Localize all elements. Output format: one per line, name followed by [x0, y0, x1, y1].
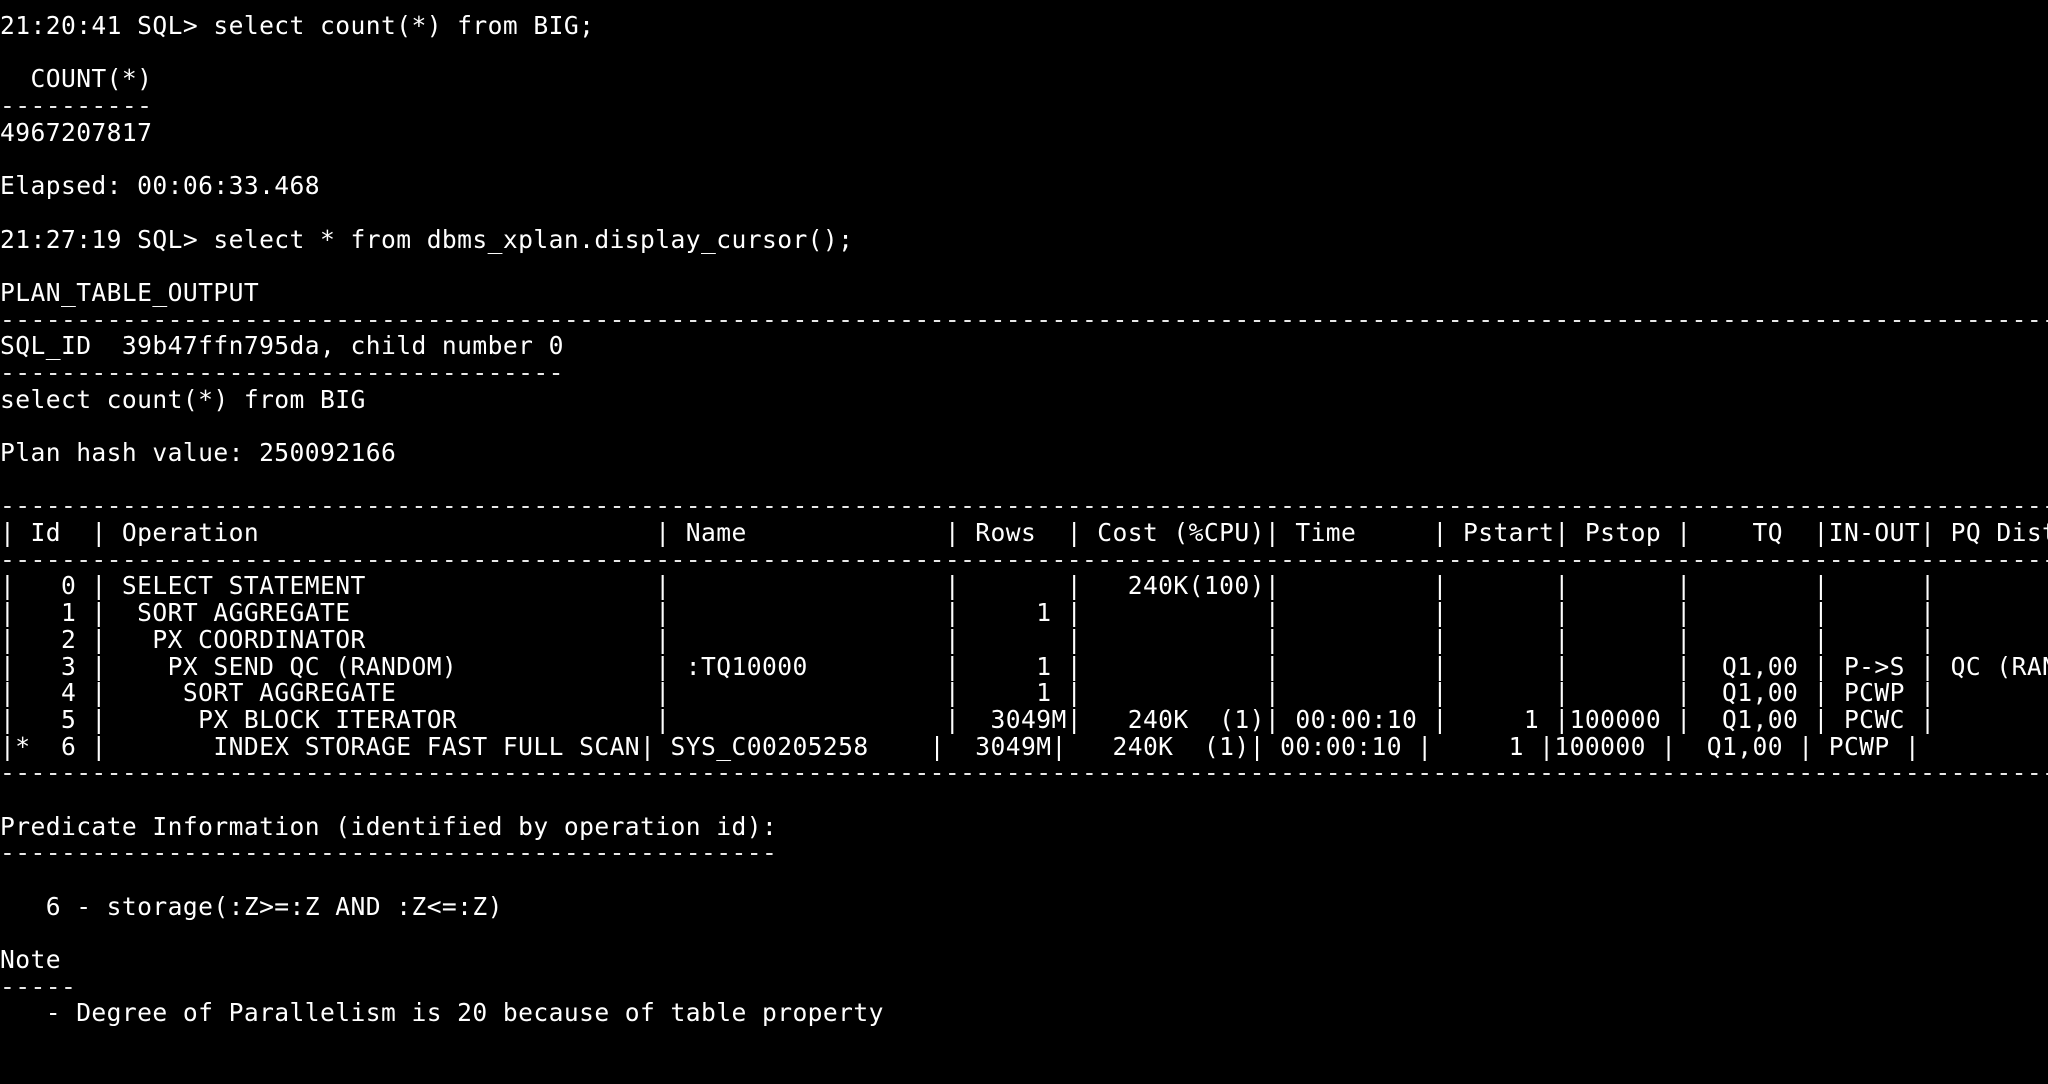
predicate-info-separator: ----------------------------------------… [0, 838, 778, 868]
elapsed-time: Elapsed: 00:06:33.468 [0, 171, 321, 201]
predicate-line: 6 - storage(:Z>=:Z AND :Z<=:Z) [0, 891, 503, 921]
plan-table-bottom-border: ----------------------------------------… [0, 758, 2048, 788]
plan-table-row: | 5 | PX BLOCK ITERATOR | | 3049M| 240K … [0, 704, 2048, 734]
predicate-info-header: Predicate Information (identified by ope… [0, 811, 778, 841]
plan-table-row: | 3 | PX SEND QC (RANDOM) | :TQ10000 | 1… [0, 651, 2048, 681]
plan-table-row: |* 6 | INDEX STORAGE FAST FULL SCAN| SYS… [0, 731, 2048, 761]
plan-output-header: PLAN_TABLE_OUTPUT [0, 277, 260, 307]
result-value: 4967207817 [0, 117, 153, 147]
plan-table-top-border: ----------------------------------------… [0, 491, 2048, 521]
plan-separator: ----------------------------------------… [0, 304, 2048, 334]
plan-table-header-border: ----------------------------------------… [0, 544, 2048, 574]
note-separator: ----- [0, 971, 77, 1001]
note-line: - Degree of Parallelism is 20 because of… [0, 998, 884, 1028]
plan-hash-line: Plan hash value: 250092166 [0, 438, 397, 467]
sql-prompt-line: 21:20:41 SQL> select count(*) from BIG; [0, 11, 595, 40]
sql-id-separator: ------------------------------------- [0, 357, 564, 387]
plan-table-header-row: | Id | Operation | Name | Rows | Cost (%… [0, 518, 2048, 548]
sql-prompt-line: 21:27:19 SQL> select * from dbms_xplan.d… [0, 224, 854, 254]
plan-table-row: | 4 | SORT AGGREGATE | | 1 | | | | | Q1,… [0, 678, 2048, 708]
plan-table-row: | 0 | SELECT STATEMENT | | | 240K(100)| … [0, 571, 2048, 601]
plan-table-row: | 1 | SORT AGGREGATE | | 1 | | | | | | |… [0, 598, 2048, 628]
terminal-window[interactable]: 21:20:41 SQL> select count(*) from BIG; … [0, 0, 2048, 1084]
note-header: Note [0, 945, 61, 975]
result-separator: ---------- [0, 91, 153, 121]
sql-text-line: select count(*) from BIG [0, 384, 366, 414]
plan-table-row: | 2 | PX COORDINATOR | | | | | | | | | | [0, 624, 2048, 654]
result-column-header: COUNT(*) [0, 64, 153, 94]
sql-id-line: SQL_ID 39b47ffn795da, child number 0 [0, 331, 564, 361]
